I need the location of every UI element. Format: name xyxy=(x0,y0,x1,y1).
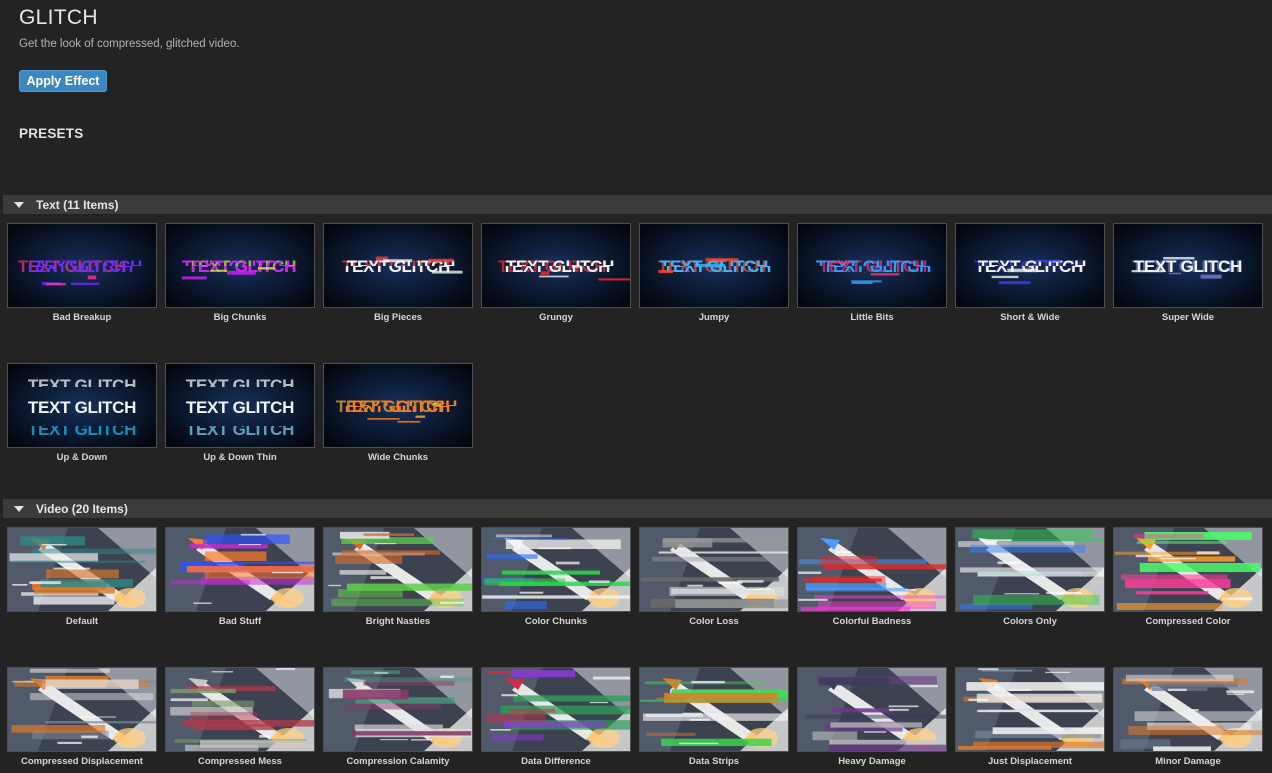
preset-thumbnail[interactable]: TEXT GLITCH TEXT GLITCH TEXT GLITCH xyxy=(165,363,315,448)
preset-label: Default xyxy=(65,616,99,627)
preset-tile[interactable]: TEXT GLITCH TEXT GLITCH TEXT GLITCH Up & Do… xyxy=(165,363,315,463)
preset-thumbnail[interactable] xyxy=(639,667,789,752)
glitch-effect-panel: GLITCH Get the look of compressed, glitc… xyxy=(0,0,1272,773)
preset-tile[interactable]: TEXT GLITCHTEXT GLITCHTEXT GLITCHTEXT GL… xyxy=(323,223,473,323)
preset-tile[interactable]: TEXT GLITCH TEXT GLITCH TEXT GLITCH Up & Do… xyxy=(7,363,157,463)
preset-tile[interactable]: TEXT GLITCHTEXT GLITCHTEXT GLITCHTEXT GL… xyxy=(1113,223,1263,323)
preset-label: Bad Stuff xyxy=(218,616,262,627)
page-title: GLITCH xyxy=(19,6,98,29)
preset-label: Compressed Mess xyxy=(198,756,282,767)
preset-tile[interactable]: Minor Damage xyxy=(1113,667,1263,767)
preset-thumbnail[interactable] xyxy=(165,527,315,612)
triangle-down-icon xyxy=(14,505,24,512)
preset-label: Short & Wide xyxy=(1000,312,1060,323)
preset-label: Colors Only xyxy=(1003,616,1057,627)
preset-thumbnail[interactable]: TEXT GLITCHTEXT GLITCHTEXT GLITCHTEXT GL… xyxy=(797,223,947,308)
preset-label: Color Chunks xyxy=(524,616,588,627)
preset-label: Jumpy xyxy=(698,312,730,323)
preset-label: Compressed Color xyxy=(1145,616,1231,627)
preset-tile[interactable]: Colorful Badness xyxy=(797,527,947,627)
preset-label: Up & Down Thin xyxy=(203,452,277,463)
thumbnail-glitch-text: TEXT GLITCH xyxy=(28,398,136,417)
preset-tile[interactable]: Compression Calamity xyxy=(323,667,473,767)
preset-label: Compressed Displacement xyxy=(21,756,143,767)
preset-label: Big Chunks xyxy=(213,312,267,323)
preset-thumbnail[interactable] xyxy=(797,667,947,752)
preset-thumbnail[interactable] xyxy=(955,667,1105,752)
preset-label: Up & Down xyxy=(56,452,108,463)
preset-label: Compression Calamity xyxy=(346,756,450,767)
preset-thumbnail[interactable] xyxy=(481,527,631,612)
preset-tile[interactable]: Color Chunks xyxy=(481,527,631,627)
preset-label: Data Strips xyxy=(688,756,740,767)
preset-label: Bright Nasties xyxy=(365,616,431,627)
preset-thumbnail[interactable]: TEXT GLITCH TEXT GLITCH TEXT GLITCH xyxy=(7,363,157,448)
preset-thumbnail[interactable] xyxy=(165,667,315,752)
preset-tile[interactable]: Compressed Displacement xyxy=(7,667,157,767)
preset-tile[interactable]: Data Difference xyxy=(481,667,631,767)
preset-thumbnail[interactable] xyxy=(955,527,1105,612)
preset-thumbnail[interactable]: TEXT GLITCHTEXT GLITCHTEXT GLITCHTEXT GL… xyxy=(165,223,315,308)
section-title-video: Video (20 Items) xyxy=(36,501,128,516)
preset-label: Just Displacement xyxy=(988,756,1072,767)
preset-tile[interactable]: Default xyxy=(7,527,157,627)
preset-label: Colorful Badness xyxy=(832,616,912,627)
preset-thumbnail[interactable] xyxy=(7,527,157,612)
preset-label: Big Pieces xyxy=(373,312,423,323)
preset-label: Wide Chunks xyxy=(367,452,429,463)
preset-tile[interactable]: Color Loss xyxy=(639,527,789,627)
preset-label: Little Bits xyxy=(850,312,894,323)
preset-tile[interactable]: TEXT GLITCHTEXT GLITCHTEXT GLITCHTEXT GL… xyxy=(7,223,157,323)
preset-thumbnail[interactable] xyxy=(797,527,947,612)
preset-thumbnail[interactable] xyxy=(323,667,473,752)
preset-thumbnail[interactable]: TEXT GLITCHTEXT GLITCHTEXT GLITCHTEXT GL… xyxy=(1113,223,1263,308)
preset-thumbnail[interactable] xyxy=(323,527,473,612)
preset-label: Data Difference xyxy=(521,756,591,767)
preset-thumbnail[interactable] xyxy=(1113,527,1263,612)
preset-thumbnail[interactable] xyxy=(1113,667,1263,752)
presets-heading: PRESETS xyxy=(19,126,84,141)
preset-thumbnail[interactable] xyxy=(639,527,789,612)
preset-tile[interactable]: Bad Stuff xyxy=(165,527,315,627)
preset-thumbnail[interactable]: TEXT GLITCHTEXT GLITCHTEXT GLITCHTEXT GL… xyxy=(481,223,631,308)
preset-thumbnail[interactable]: TEXT GLITCHTEXT GLITCHTEXT GLITCHTEXT GL… xyxy=(955,223,1105,308)
preset-thumbnail[interactable] xyxy=(481,667,631,752)
preset-tile[interactable]: TEXT GLITCHTEXT GLITCHTEXT GLITCHTEXT GL… xyxy=(797,223,947,323)
preset-label: Minor Damage xyxy=(1155,756,1221,767)
thumbnail-glitch-text: TEXT GLITCH xyxy=(186,398,294,417)
section-title-text: Text (11 Items) xyxy=(36,197,119,212)
preset-tile[interactable]: Data Strips xyxy=(639,667,789,767)
preset-tile[interactable]: Colors Only xyxy=(955,527,1105,627)
preset-tile[interactable]: Bright Nasties xyxy=(323,527,473,627)
preset-label: Grungy xyxy=(539,312,573,323)
preset-thumbnail[interactable] xyxy=(7,667,157,752)
preset-tile[interactable]: Just Displacement xyxy=(955,667,1105,767)
preset-label: Color Loss xyxy=(689,616,739,627)
apply-effect-button[interactable]: Apply Effect xyxy=(19,70,107,92)
preset-label: Bad Breakup xyxy=(52,312,112,323)
triangle-down-icon xyxy=(14,201,24,208)
preset-tile[interactable]: TEXT GLITCHTEXT GLITCHTEXT GLITCHTEXT GL… xyxy=(481,223,631,323)
preset-tile[interactable]: TEXT GLITCHTEXT GLITCHTEXT GLITCHTEXT GL… xyxy=(165,223,315,323)
preset-tile[interactable]: Compressed Mess xyxy=(165,667,315,767)
preset-thumbnail[interactable]: TEXT GLITCHTEXT GLITCHTEXT GLITCHTEXT GL… xyxy=(639,223,789,308)
preset-thumbnail[interactable]: TEXT GLITCHTEXT GLITCHTEXT GLITCHTEXT GL… xyxy=(323,363,473,448)
section-header-text[interactable]: Text (11 Items) xyxy=(3,195,1272,214)
preset-thumbnail[interactable]: TEXT GLITCHTEXT GLITCHTEXT GLITCHTEXT GL… xyxy=(323,223,473,308)
preset-thumbnail[interactable]: TEXT GLITCHTEXT GLITCHTEXT GLITCHTEXT GL… xyxy=(7,223,157,308)
preset-label: Heavy Damage xyxy=(838,756,906,767)
preset-tile[interactable]: TEXT GLITCHTEXT GLITCHTEXT GLITCHTEXT GL… xyxy=(955,223,1105,323)
section-header-video[interactable]: Video (20 Items) xyxy=(3,499,1272,518)
preset-tile[interactable]: TEXT GLITCHTEXT GLITCHTEXT GLITCHTEXT GL… xyxy=(323,363,473,463)
preset-tile[interactable]: Compressed Color xyxy=(1113,527,1263,627)
preset-tile[interactable]: TEXT GLITCHTEXT GLITCHTEXT GLITCHTEXT GL… xyxy=(639,223,789,323)
preset-tile[interactable]: Heavy Damage xyxy=(797,667,947,767)
preset-label: Super Wide xyxy=(1161,312,1215,323)
page-subtitle: Get the look of compressed, glitched vid… xyxy=(19,38,240,50)
